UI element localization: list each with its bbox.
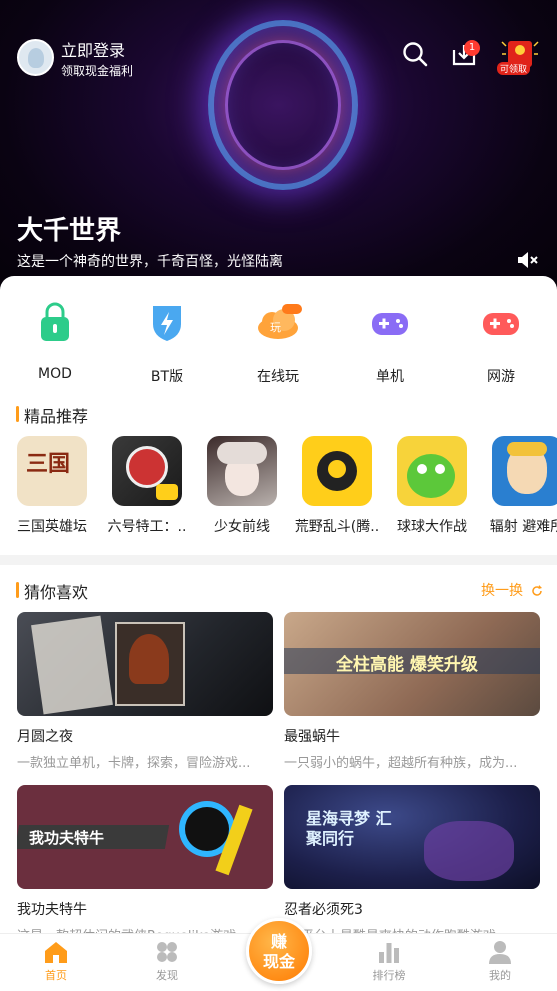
game-card-ninja-must-die[interactable]: 星海寻梦 汇聚同行 忍者必须死3 PC平台上最酷最爽快的动作跑酷游戏... — [284, 785, 540, 944]
featured-game-sanguo[interactable]: 三国 三国英雄坛 — [12, 436, 92, 536]
shield-bolt-icon — [153, 306, 181, 341]
ranking-icon — [379, 943, 399, 963]
nav-label: 我的 — [489, 969, 511, 982]
swap-button[interactable]: 换一换 — [481, 580, 543, 600]
card-cover-image: 我功夫特牛 — [17, 785, 273, 889]
login-title[interactable]: 立即登录 — [61, 37, 125, 61]
lock-bag-icon — [41, 302, 69, 341]
nav-label: 排行榜 — [372, 969, 406, 982]
card-title: 我功夫特牛 — [17, 902, 87, 918]
card-description: 一款独立单机，卡牌，探索，冒险游戏... — [17, 756, 251, 771]
category-label: 单机 — [376, 369, 404, 385]
featured-game-girls-frontline[interactable]: 少女前线 — [202, 436, 282, 536]
game-name: 荒野乱斗(腾.. — [294, 519, 380, 535]
nav-mine[interactable]: 我的 — [470, 940, 530, 983]
gamepad-icon — [372, 313, 408, 335]
featured-game-brawl-stars[interactable]: 荒野乱斗(腾.. — [295, 436, 379, 536]
game-icon-girls-frontline — [207, 436, 277, 506]
nav-label: 发现 — [156, 969, 178, 982]
login-subtitle: 领取现金福利 — [61, 64, 134, 78]
nav-label: 首页 — [45, 969, 67, 982]
game-card-moon-night[interactable]: 月圆之夜 一款独立单机，卡牌，探索，冒险游戏... — [17, 612, 273, 771]
nav-ranking[interactable]: 排行榜 — [359, 940, 419, 983]
game-name: 辐射 避难所 — [489, 519, 557, 535]
category-label: BT版 — [150, 369, 184, 385]
download-badge: 1 — [464, 40, 480, 56]
game-icon-sanguo: 三国 — [17, 436, 87, 506]
game-icon-brawl-stars — [302, 436, 372, 506]
discover-icon — [157, 942, 177, 962]
featured-game-fallout-shelter[interactable]: 辐射 避难所 — [487, 436, 557, 536]
game-icon-agent6 — [112, 436, 182, 506]
card-title: 月圆之夜 — [17, 729, 73, 745]
cloud-play-icon: 玩 — [258, 304, 302, 339]
featured-game-ball-battle[interactable]: 球球大作战 — [392, 436, 472, 536]
hero-portal-inner-art — [225, 40, 341, 170]
search-icon[interactable] — [401, 40, 429, 68]
game-icon-text: 三国 — [26, 452, 71, 477]
game-name: 六号特工：.. — [107, 519, 187, 535]
game-name: 少女前线 — [214, 519, 270, 535]
swap-label: 换一换 — [481, 583, 523, 599]
game-name: 三国英雄坛 — [17, 519, 87, 535]
svg-text:玩: 玩 — [270, 321, 281, 334]
guess-section-title: 猜你喜欢 — [16, 579, 88, 603]
category-single[interactable]: 单机 — [350, 300, 430, 386]
card-title: 最强蜗牛 — [284, 729, 340, 745]
card-title: 忍者必须死3 — [284, 902, 363, 918]
home-icon — [45, 942, 67, 963]
category-bt[interactable]: BT版 — [127, 300, 207, 386]
user-icon — [489, 941, 511, 964]
gamepad-icon — [483, 313, 519, 335]
red-packet-label[interactable]: 可领取 — [497, 62, 531, 75]
hero-title: 大千世界 — [17, 216, 122, 246]
earn-label-top: 赚 — [270, 932, 287, 951]
game-icon-ball-battle — [397, 436, 467, 506]
category-online-games[interactable]: 网游 — [461, 300, 541, 386]
nav-discover[interactable]: 发现 — [137, 940, 197, 983]
avatar[interactable] — [17, 39, 54, 76]
nav-home[interactable]: 首页 — [26, 940, 86, 983]
card-cover-image — [17, 612, 273, 716]
earn-label-bottom: 现金 — [262, 952, 295, 971]
card-banner-text: 全柱高能 爆笑升级 — [336, 655, 478, 675]
card-banner-text: 我功夫特牛 — [29, 829, 105, 847]
hero-description: 这是一个神奇的世界，千奇百怪，光怪陆离 — [17, 254, 283, 270]
mute-icon[interactable] — [516, 250, 540, 270]
card-banner-text: 星海寻梦 汇聚同行 — [306, 809, 392, 848]
earn-cash-button[interactable]: 赚 现金 — [246, 918, 312, 984]
card-cover-image: 全柱高能 爆笑升级 — [284, 612, 540, 716]
category-online[interactable]: 玩 在线玩 — [238, 300, 318, 386]
section-divider — [0, 555, 557, 565]
game-name: 球球大作战 — [397, 519, 467, 535]
refresh-icon — [532, 585, 543, 596]
card-cover-image: 星海寻梦 汇聚同行 — [284, 785, 540, 889]
category-label: 在线玩 — [257, 369, 299, 385]
category-label: MOD — [38, 366, 72, 382]
category-mod[interactable]: MOD — [15, 300, 95, 382]
category-label: 网游 — [487, 369, 515, 385]
game-card-strongest-snail[interactable]: 全柱高能 爆笑升级 最强蜗牛 一只弱小的蜗牛，超越所有种族，成为... — [284, 612, 540, 771]
card-description: 一只弱小的蜗牛，超越所有种族，成为... — [284, 756, 518, 771]
featured-section-title: 精品推荐 — [16, 403, 88, 427]
game-icon-fallout-shelter — [492, 436, 557, 506]
featured-game-agent6[interactable]: 六号特工：.. — [107, 436, 187, 536]
game-card-kungfu[interactable]: 我功夫特牛 我功夫特牛 这是一款超休闲的武侠Roguelike游戏... — [17, 785, 273, 944]
